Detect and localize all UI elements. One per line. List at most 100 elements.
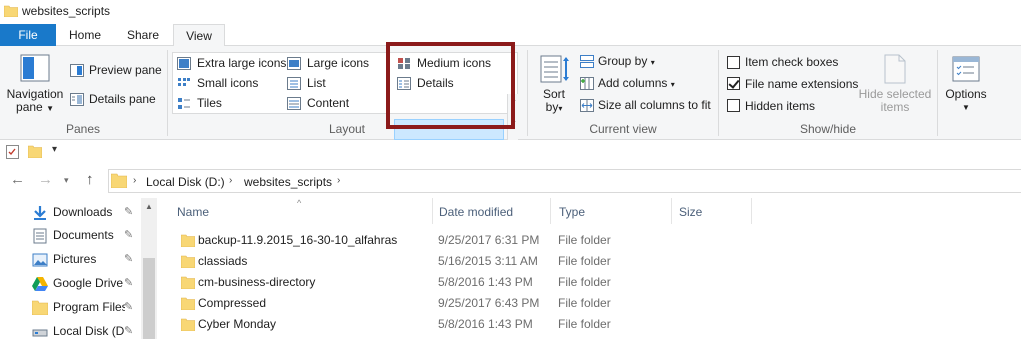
navigation-pane-icon: [20, 54, 50, 82]
recent-locations-icon[interactable]: ▾: [64, 175, 69, 186]
chevron-down-icon: ▾: [650, 58, 655, 67]
layout-option-label: Large icons: [307, 56, 370, 70]
layout-small-icons[interactable]: Small icons: [177, 76, 285, 92]
file-date: 9/25/2017 6:43 PM: [438, 296, 540, 310]
folder-icon: [180, 234, 196, 250]
table-row[interactable]: backup-11.9.2015_16-30-10_alfahras 9/25/…: [177, 230, 1021, 251]
column-divider[interactable]: [751, 198, 752, 224]
layout-option-label: Tiles: [197, 96, 222, 110]
new-folder-icon[interactable]: [27, 145, 43, 161]
pin-icon[interactable]: ✎: [124, 276, 133, 289]
layout-extra-large-icons[interactable]: Extra large icons: [177, 56, 286, 72]
table-row[interactable]: cm-business-directory 5/8/2016 1:43 PM F…: [177, 272, 1021, 293]
nav-item-local-disk[interactable]: Local Disk (D:) ✎: [32, 320, 142, 339]
sort-by-button[interactable]: Sort by▾: [536, 54, 572, 115]
breadcrumb-separator-icon[interactable]: ›: [229, 175, 232, 186]
item-check-boxes-label[interactable]: Item check boxes: [745, 55, 838, 69]
file-name: cm-business-directory: [198, 275, 316, 289]
pin-icon[interactable]: ✎: [124, 324, 133, 337]
drive-icon: [32, 324, 48, 339]
column-divider[interactable]: [550, 198, 551, 224]
file-name: Cyber Monday: [198, 317, 277, 331]
extra-large-icons-icon: [177, 57, 191, 70]
add-columns-icon: [580, 77, 594, 90]
back-arrow-icon[interactable]: ←: [10, 171, 25, 188]
hidden-items-label[interactable]: Hidden items: [745, 99, 815, 113]
nav-pane-scrollbar[interactable]: ▲: [141, 198, 157, 339]
forward-arrow-icon[interactable]: →: [38, 171, 53, 188]
breadcrumb-websites-scripts[interactable]: websites_scripts: [244, 175, 332, 189]
breadcrumb-separator-icon[interactable]: ›: [133, 175, 136, 186]
current-view-group-label: Current view: [589, 122, 657, 136]
breadcrumb-separator-icon[interactable]: ›: [337, 175, 340, 186]
column-header-type[interactable]: Type: [553, 204, 671, 228]
layout-list[interactable]: List: [287, 76, 383, 92]
preview-pane-button[interactable]: Preview pane: [70, 63, 162, 79]
hidden-items-checkbox[interactable]: [727, 99, 740, 112]
breadcrumb-local-disk[interactable]: Local Disk (D:): [146, 175, 225, 189]
show-hide-group: Item check boxes File name extensions Hi…: [719, 46, 937, 140]
nav-item-documents[interactable]: Documents ✎: [32, 224, 142, 246]
navigation-pane-button[interactable]: Navigation pane ▼: [6, 54, 64, 115]
list-icon: [287, 77, 301, 90]
nav-item-pictures[interactable]: Pictures ✎: [32, 248, 142, 270]
hide-selected-icon: [883, 54, 907, 84]
column-header-date-modified[interactable]: Date modified: [433, 204, 551, 228]
navigation-pane: Downloads ✎ Documents ✎ Pictures ✎ Googl…: [0, 198, 157, 339]
layout-option-label: Content: [307, 96, 350, 110]
sort-icon: [537, 54, 571, 84]
address-bar[interactable]: › Local Disk (D:) › websites_scripts ›: [108, 169, 1021, 193]
tab-file[interactable]: File: [0, 24, 56, 46]
title-bar: websites_scripts: [0, 0, 1021, 24]
table-row[interactable]: classiads 5/16/2015 3:11 AM File folder: [177, 251, 1021, 272]
pin-icon[interactable]: ✎: [124, 300, 133, 313]
nav-item-google-drive[interactable]: Google Drive ✎: [32, 272, 142, 294]
chevron-down-icon: ▾: [670, 80, 675, 89]
nav-item-label: Downloads: [53, 205, 113, 219]
file-name: classiads: [198, 254, 248, 268]
tab-home[interactable]: Home: [56, 24, 114, 46]
size-all-columns-button[interactable]: Size all columns to fit: [580, 98, 716, 114]
details-pane-label: Details pane: [89, 92, 156, 106]
pin-icon[interactable]: ✎: [124, 228, 133, 241]
layout-large-icons[interactable]: Large icons: [287, 56, 383, 72]
details-pane-button[interactable]: Details pane: [70, 92, 162, 108]
file-name: Compressed: [198, 296, 267, 310]
table-row[interactable]: Compressed 9/25/2017 6:43 PM File folder: [177, 293, 1021, 314]
options-button[interactable]: Options ▼: [942, 56, 990, 114]
window-title: websites_scripts: [22, 4, 111, 18]
column-header-name[interactable]: Name: [171, 204, 433, 228]
chevron-down-icon: ▾: [558, 104, 563, 113]
table-row[interactable]: Cyber Monday 5/8/2016 1:43 PM File folde…: [177, 314, 1021, 335]
file-name-extensions-label[interactable]: File name extensions: [745, 77, 858, 91]
file-date: 5/8/2016 1:43 PM: [438, 317, 533, 331]
group-by-button[interactable]: Group by ▾: [580, 54, 690, 70]
hide-selected-items-button[interactable]: Hide selected items: [855, 54, 935, 114]
tab-view[interactable]: View: [173, 24, 225, 47]
navigation-pane-label-2: pane: [16, 100, 43, 114]
tiles-icon: [177, 97, 191, 110]
pin-icon[interactable]: ✎: [124, 252, 133, 265]
folder-icon: [180, 276, 196, 292]
add-columns-label: Add columns: [598, 76, 668, 90]
layout-tiles[interactable]: Tiles: [177, 96, 285, 112]
column-divider[interactable]: [671, 198, 672, 224]
details-pane-icon: [70, 93, 84, 106]
nav-item-program-files[interactable]: Program Files ✎: [31, 296, 142, 318]
chevron-up-icon[interactable]: ▲: [145, 202, 153, 211]
add-columns-button[interactable]: Add columns ▾: [580, 76, 690, 92]
scrollbar-thumb[interactable]: [143, 258, 155, 339]
layout-content[interactable]: Content: [287, 96, 383, 112]
tab-share[interactable]: Share: [114, 24, 172, 46]
customize-toolbar-icon[interactable]: ▾: [52, 144, 57, 155]
file-name-extensions-checkbox[interactable]: [727, 77, 740, 90]
nav-item-downloads[interactable]: Downloads ✎: [32, 201, 142, 223]
pictures-icon: [32, 252, 48, 271]
properties-icon[interactable]: [6, 145, 19, 162]
item-check-boxes-checkbox[interactable]: [727, 56, 740, 69]
file-date: 5/8/2016 1:43 PM: [438, 275, 533, 289]
up-arrow-icon[interactable]: ↑: [86, 171, 94, 188]
column-header-size[interactable]: Size: [673, 204, 751, 228]
pin-icon[interactable]: ✎: [124, 205, 133, 218]
folder-icon: [180, 297, 196, 313]
